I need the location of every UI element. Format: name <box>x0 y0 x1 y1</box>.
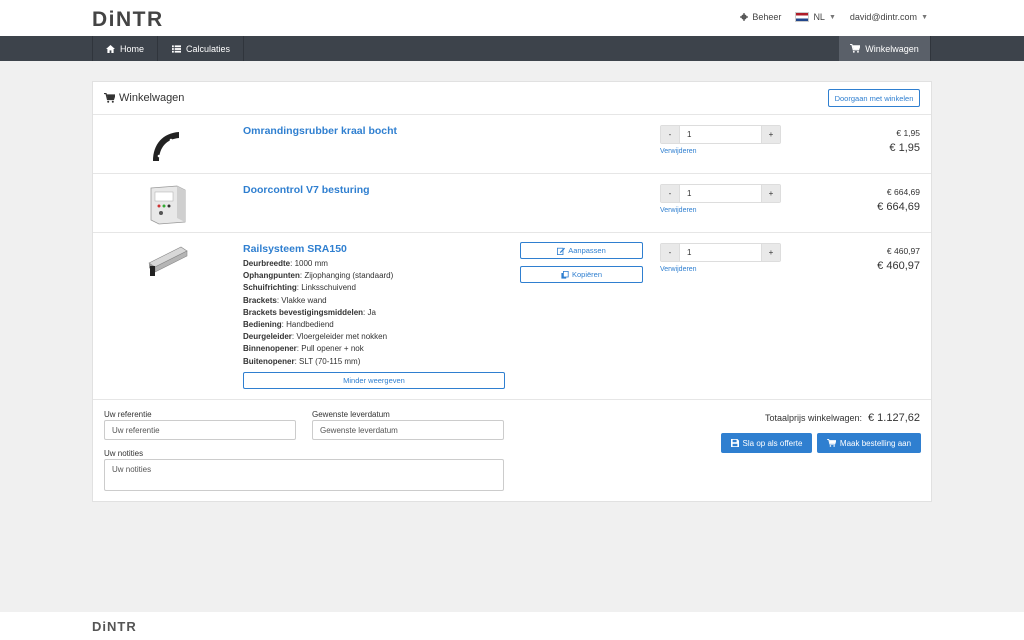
unit-price: € 664,69 <box>886 187 920 197</box>
increase-quantity-button[interactable]: + <box>762 126 780 143</box>
remove-item-link[interactable]: Verwijderen <box>660 207 697 214</box>
gear-icon <box>740 13 749 21</box>
increase-quantity-button[interactable]: + <box>762 185 780 202</box>
spec-line: Buitenopener: SLT (70-115 mm) <box>243 356 361 366</box>
product-title[interactable]: Omrandingsrubber kraal bocht <box>243 125 397 137</box>
footer: DiNTR <box>0 612 1024 640</box>
quantity-stepper: - 1 + <box>660 243 781 262</box>
spec-line: Deurgeleider: Vloergeleider met nokken <box>243 332 388 342</box>
cart-item-row: Doorcontrol V7 besturing - 1 + Verwijder… <box>93 174 931 233</box>
edit-label: Aanpassen <box>568 246 606 255</box>
quantity-input[interactable]: 1 <box>679 126 762 143</box>
language-label: NL <box>813 12 825 22</box>
notes-textarea[interactable]: Uw notities <box>104 459 504 491</box>
unit-price: € 460,97 <box>886 246 920 256</box>
cart-title: Winkelwagen <box>104 92 184 104</box>
top-right-menu: Beheer NL ▼ david@dintr.com ▼ <box>740 12 928 22</box>
nav-calculations[interactable]: Calculaties <box>159 36 245 61</box>
copy-label: Kopiëren <box>571 270 603 279</box>
language-selector[interactable]: NL ▼ <box>795 12 836 22</box>
edit-icon <box>557 247 566 255</box>
decrease-quantity-button[interactable]: - <box>661 185 679 202</box>
cart-icon <box>827 439 836 447</box>
copy-configuration-button[interactable]: Kopiëren <box>520 266 643 283</box>
cart-panel: Winkelwagen Doorgaan met winkelen Omrand… <box>92 81 932 502</box>
show-less-button[interactable]: Minder weergeven <box>243 372 505 389</box>
remove-item-link[interactable]: Verwijderen <box>660 266 697 273</box>
list-icon <box>172 44 181 53</box>
cart-title-label: Winkelwagen <box>119 92 185 104</box>
decrease-quantity-button[interactable]: - <box>661 126 679 143</box>
cart-item-row: Railsysteem SRA150 Deurbreedte: 1000 mm … <box>93 233 931 400</box>
quantity-input[interactable]: 1 <box>679 185 762 202</box>
spec-line: Binnenopener: Pull opener + nok <box>243 344 364 354</box>
line-total: € 664,69 <box>877 201 920 213</box>
edit-configuration-button[interactable]: Aanpassen <box>520 242 643 259</box>
spec-line: Brackets bevestigingsmiddelen: Ja <box>243 307 376 317</box>
save-as-quote-button[interactable]: Sla op als offerte <box>721 433 812 453</box>
delivery-date-label: Gewenste leverdatum <box>312 410 390 419</box>
product-specifications: Deurbreedte: 1000 mm Ophangpunten: Zijop… <box>243 258 393 368</box>
product-title[interactable]: Doorcontrol V7 besturing <box>243 184 370 196</box>
increase-quantity-button[interactable]: + <box>762 244 780 261</box>
line-total: € 1,95 <box>889 142 920 154</box>
place-order-label: Maak bestelling aan <box>839 438 912 448</box>
spec-line: Deurbreedte: 1000 mm <box>243 259 328 268</box>
reference-input[interactable]: Uw referentie <box>104 420 296 440</box>
save-icon <box>730 439 739 447</box>
line-total: € 460,97 <box>877 260 920 272</box>
admin-label: Beheer <box>752 12 782 22</box>
cart-total-label: Totaalprijs winkelwagen: <box>764 413 862 423</box>
continue-shopping-button[interactable]: Doorgaan met winkelen <box>828 89 920 107</box>
logo[interactable]: DiNTR <box>92 8 164 32</box>
cart-total: Totaalprijs winkelwagen: € 1.127,62 <box>765 412 920 424</box>
user-menu[interactable]: david@dintr.com ▼ <box>850 12 928 22</box>
notes-label: Uw notities <box>104 449 144 458</box>
main-navbar: Home Calculaties Winkelwagen <box>0 36 1024 61</box>
remove-item-link[interactable]: Verwijderen <box>660 148 697 155</box>
spec-line: Bediening: Handbediend <box>243 320 334 330</box>
quantity-stepper: - 1 + <box>660 125 781 144</box>
nav-cart-label: Winkelwagen <box>865 43 919 54</box>
rail-system-product-image[interactable] <box>137 239 197 283</box>
delivery-date-input[interactable]: Gewenste leverdatum <box>312 420 504 440</box>
spec-line: Brackets: Vlakke wand <box>243 295 327 305</box>
decrease-quantity-button[interactable]: - <box>661 244 679 261</box>
spec-line: Ophangpunten: Zijophanging (standaard) <box>243 271 394 281</box>
product-title[interactable]: Railsysteem SRA150 <box>243 243 347 255</box>
caret-down-icon: ▼ <box>921 13 928 21</box>
cart-item-row: Omrandingsrubber kraal bocht - 1 + Verwi… <box>93 115 931 174</box>
footer-logo: DiNTR <box>92 619 137 634</box>
netherlands-flag-icon <box>795 12 810 22</box>
control-box-product-image[interactable] <box>137 182 197 226</box>
nav-home[interactable]: Home <box>92 36 159 61</box>
nav-calculations-label: Calculaties <box>186 43 231 54</box>
cart-icon <box>850 44 861 53</box>
copy-icon <box>561 270 569 279</box>
home-icon <box>106 44 115 53</box>
quantity-stepper: - 1 + <box>660 184 781 203</box>
admin-menu[interactable]: Beheer <box>740 12 781 22</box>
top-bar: DiNTR Beheer NL ▼ david@dintr.com ▼ <box>0 0 1024 36</box>
save-as-quote-label: Sla op als offerte <box>742 438 803 448</box>
quantity-input[interactable]: 1 <box>679 244 762 261</box>
cart-icon <box>104 93 115 103</box>
nav-home-label: Home <box>120 43 145 54</box>
caret-down-icon: ▼ <box>828 13 836 21</box>
user-email: david@dintr.com <box>849 12 918 22</box>
rubber-bend-product-image[interactable] <box>137 123 197 167</box>
spec-line: Schuifrichting: Linksschuivend <box>243 283 356 293</box>
place-order-button[interactable]: Maak bestelling aan <box>817 433 921 453</box>
nav-cart[interactable]: Winkelwagen <box>839 36 931 61</box>
unit-price: € 1,95 <box>896 128 920 138</box>
reference-label: Uw referentie <box>104 410 152 419</box>
cart-panel-header: Winkelwagen Doorgaan met winkelen <box>93 82 931 115</box>
cart-total-amount: € 1.127,62 <box>868 412 920 424</box>
